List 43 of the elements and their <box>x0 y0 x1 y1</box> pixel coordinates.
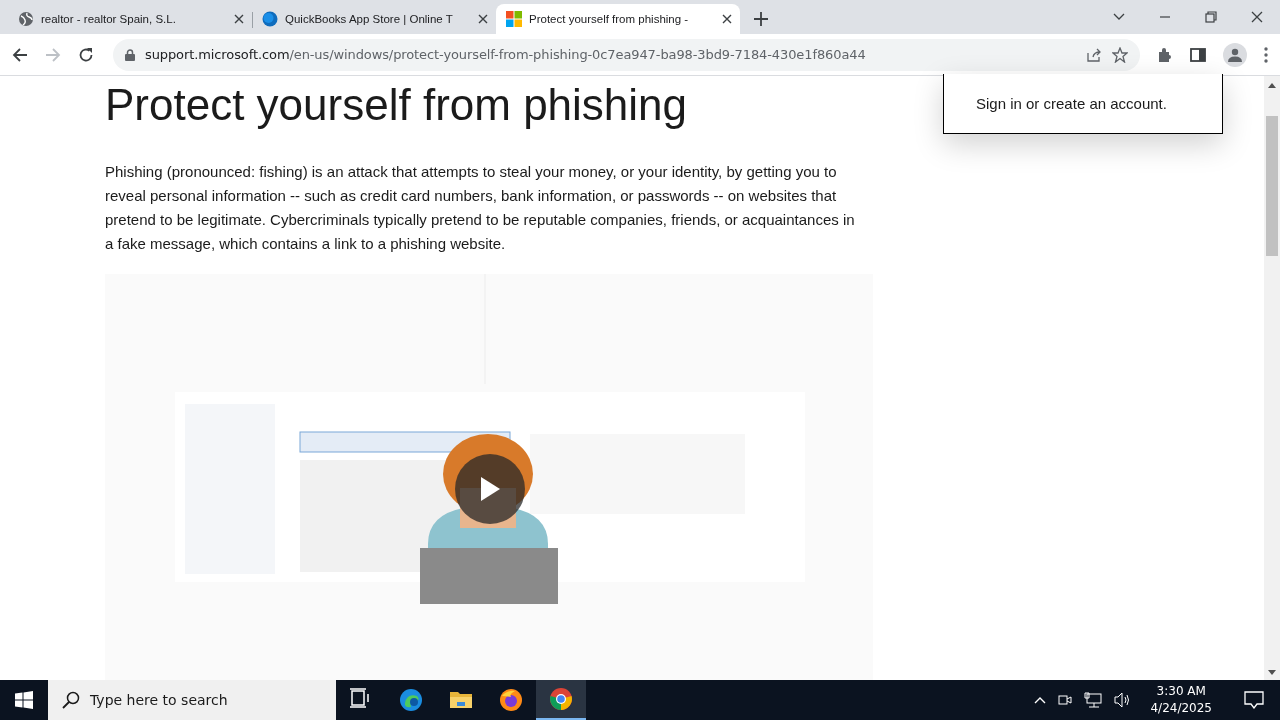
taskbar-clock[interactable]: 3:30 AM 4/24/2025 <box>1150 683 1212 717</box>
close-icon[interactable] <box>722 14 732 24</box>
puzzle-icon[interactable] <box>1157 46 1173 63</box>
person-icon <box>1228 47 1242 62</box>
back-arrow-icon[interactable] <box>12 46 28 63</box>
notification-icon[interactable] <box>1244 691 1264 709</box>
chrome-logo-icon <box>549 687 573 711</box>
edge-logo-icon <box>399 688 423 712</box>
star-icon[interactable] <box>1112 46 1128 63</box>
browser-tab[interactable]: realtor - realtor Spain, S.L. <box>8 4 252 34</box>
page-heading: Protect yourself from phishing <box>105 80 688 130</box>
more-vertical-icon[interactable] <box>1264 46 1268 63</box>
reload-icon[interactable] <box>78 46 94 63</box>
restore-icon[interactable] <box>1205 11 1217 23</box>
profile-avatar[interactable] <box>1223 42 1247 67</box>
scroll-down-icon[interactable] <box>1268 670 1276 676</box>
chevron-up-icon[interactable] <box>1034 696 1047 704</box>
circle-logo-icon <box>262 11 278 27</box>
intro-paragraph: Phishing (pronounced: fishing) is an attack that attempts to steal your money, or your identity, by getting you to reveal personal information -- such as credit card numbers, bank information, or passwords -- on websites that pretend to be legitimate. Cybercriminals typically pretend to be reputable companies, friends, or acquaintances in a fake message, which contains a link to a phishing website. <box>105 162 856 254</box>
scrollbar[interactable] <box>1264 76 1280 680</box>
taskbar-app[interactable] <box>536 680 586 720</box>
close-icon[interactable] <box>234 14 244 24</box>
camera-icon[interactable] <box>1058 692 1073 708</box>
lock-icon <box>125 48 135 61</box>
scroll-up-icon[interactable] <box>1268 82 1276 88</box>
side-panel-icon[interactable] <box>1190 46 1206 63</box>
globe-icon <box>18 11 34 27</box>
close-icon[interactable] <box>1251 11 1263 23</box>
browser-tab[interactable]: Protect yourself from phishing - <box>496 4 740 34</box>
scrollbar-thumb[interactable] <box>1266 116 1278 256</box>
play-icon <box>479 476 501 502</box>
browser-tab[interactable]: QuickBooks App Store | Online T <box>252 4 496 34</box>
address-bar[interactable]: support.microsoft.com/en-us/windows/protect-yourself-from-phishing-0c7ea947-ba98-3bd9-7184-430e1f860a44 <box>113 38 1140 71</box>
network-icon[interactable] <box>1084 692 1103 708</box>
taskbar-search-field[interactable]: Type here to search <box>48 680 336 720</box>
plus-icon[interactable] <box>754 12 768 26</box>
account-popup: Sign in or create an account. <box>943 74 1223 134</box>
four-squares-logo-icon <box>506 11 522 27</box>
search-icon <box>62 691 80 709</box>
windows-start-icon[interactable] <box>15 691 33 709</box>
firefox-logo-icon <box>499 688 523 712</box>
close-icon[interactable] <box>478 14 488 24</box>
share-icon[interactable] <box>1086 46 1102 63</box>
